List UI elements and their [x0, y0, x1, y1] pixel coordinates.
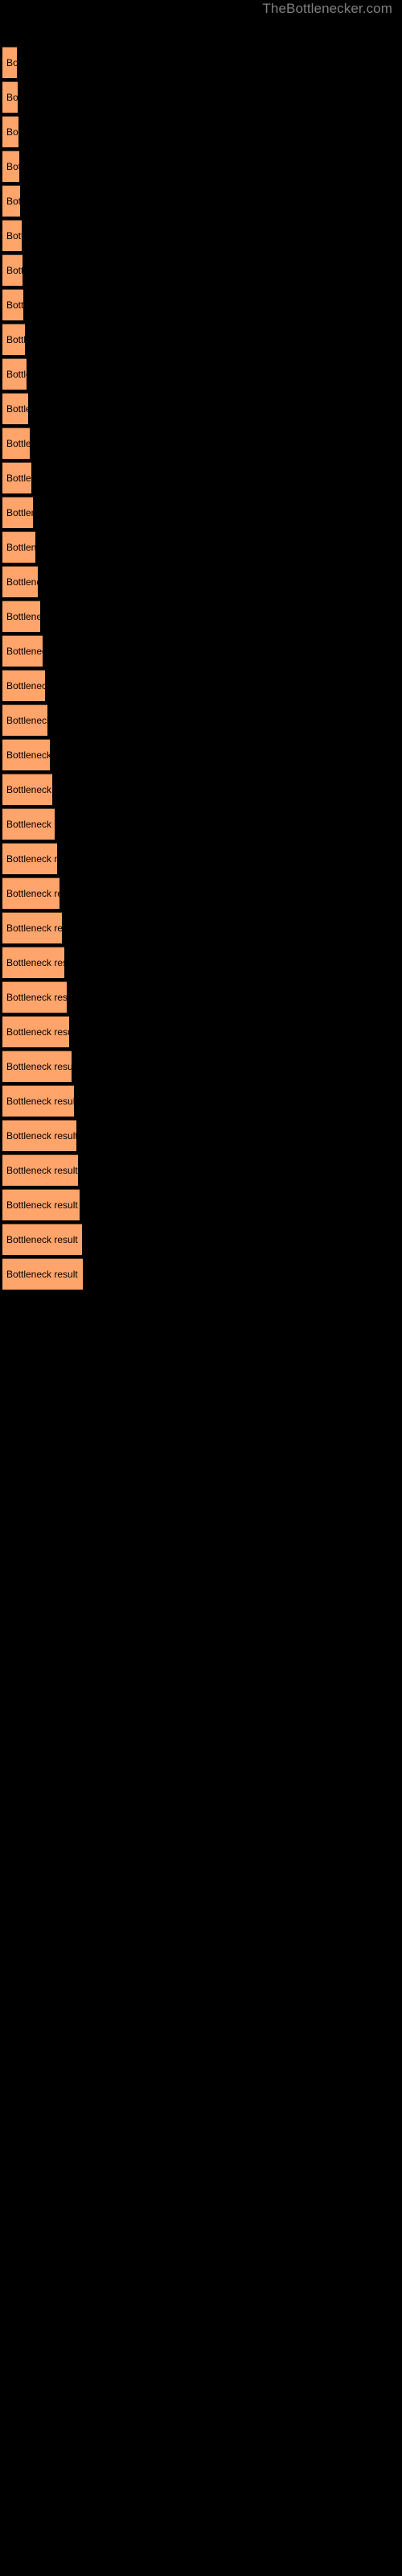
bar[interactable]: [2, 704, 47, 736]
bar-row: Bottleneck result: [0, 704, 402, 737]
bar[interactable]: [2, 670, 45, 701]
bar[interactable]: [2, 1154, 78, 1186]
bar-row: Bottleneck result: [0, 116, 402, 148]
bar[interactable]: [2, 531, 35, 563]
bar-row: Bottleneck result: [0, 324, 402, 356]
bar[interactable]: [2, 981, 67, 1013]
bottleneck-bar-chart: TheBottlenecker.com Bottleneck result Bot…: [0, 0, 402, 2576]
bar-row: Bottleneck result: [0, 1016, 402, 1048]
bar-row: Bottleneck result: [0, 635, 402, 667]
bar[interactable]: [2, 47, 17, 78]
bar-row: Bottleneck result: [0, 739, 402, 771]
bar[interactable]: [2, 81, 18, 113]
bar[interactable]: [2, 1189, 80, 1220]
bar[interactable]: [2, 116, 18, 147]
bar-row: Bottleneck result: [0, 877, 402, 910]
bar[interactable]: [2, 843, 57, 874]
bar-row: Bottleneck result: [0, 289, 402, 321]
bar[interactable]: [2, 151, 19, 182]
bar-row: Bottleneck result: [0, 947, 402, 979]
bar[interactable]: [2, 427, 30, 459]
bar[interactable]: [2, 393, 28, 424]
bar[interactable]: [2, 1120, 76, 1151]
bar-row: Bottleneck result: [0, 358, 402, 390]
bar-row: Bottleneck result: [0, 531, 402, 564]
bar[interactable]: [2, 1085, 74, 1117]
bar[interactable]: [2, 254, 23, 286]
bar[interactable]: [2, 1051, 72, 1082]
bar[interactable]: [2, 1258, 83, 1290]
bar[interactable]: [2, 808, 55, 840]
bar[interactable]: [2, 289, 23, 320]
bar[interactable]: [2, 912, 62, 943]
bar-row: Bottleneck result: [0, 497, 402, 529]
bar[interactable]: [2, 947, 64, 978]
bar-row: Bottleneck result: [0, 220, 402, 252]
bar-row: Bottleneck result: [0, 1224, 402, 1256]
bar[interactable]: [2, 185, 20, 217]
bar-row: Bottleneck result: [0, 843, 402, 875]
bar[interactable]: [2, 1224, 82, 1255]
bar-row: Bottleneck result: [0, 393, 402, 425]
bar[interactable]: [2, 601, 40, 632]
bar-row: Bottleneck result: [0, 912, 402, 944]
bar-row: Bottleneck result: [0, 185, 402, 217]
bar-row: Bottleneck result: [0, 81, 402, 114]
bar-row: Bottleneck result: [0, 670, 402, 702]
bar-label: Bottleneck result: [6, 57, 78, 68]
bar[interactable]: [2, 220, 22, 251]
bar[interactable]: [2, 324, 25, 355]
bar-row: Bottleneck result: [0, 254, 402, 287]
bar-row: Bottleneck result: [0, 566, 402, 598]
bar-row: Bottleneck result: [0, 1085, 402, 1117]
bar-row: Bottleneck result: [0, 1258, 402, 1290]
bar-row: Bottleneck result: [0, 462, 402, 494]
bar[interactable]: [2, 462, 31, 493]
bar-row: Bottleneck result: [0, 151, 402, 183]
bar-row: Bottleneck result: [0, 1189, 402, 1221]
bar-row: Bottleneck result: [0, 601, 402, 633]
bar-series-container: Bottleneck result Bottleneck result Bottle…: [0, 0, 402, 2576]
bar-row: Bottleneck result: [0, 1154, 402, 1187]
bar-row: Bottleneck result: [0, 981, 402, 1013]
bar[interactable]: [2, 774, 52, 805]
bar-row: Bottleneck result: [0, 47, 402, 79]
bar[interactable]: [2, 877, 59, 909]
bar-row: Bottleneck result: [0, 774, 402, 806]
bar-row: Bottleneck result: [0, 1120, 402, 1152]
bar-row: Bottleneck result: [0, 1051, 402, 1083]
bar[interactable]: [2, 358, 27, 390]
bar-row: Bottleneck result: [0, 808, 402, 840]
bar[interactable]: [2, 497, 33, 528]
bar[interactable]: [2, 566, 38, 597]
bar-row: Bottleneck result: [0, 427, 402, 460]
bar[interactable]: [2, 739, 50, 770]
bar[interactable]: [2, 1016, 69, 1047]
bar[interactable]: [2, 635, 43, 667]
